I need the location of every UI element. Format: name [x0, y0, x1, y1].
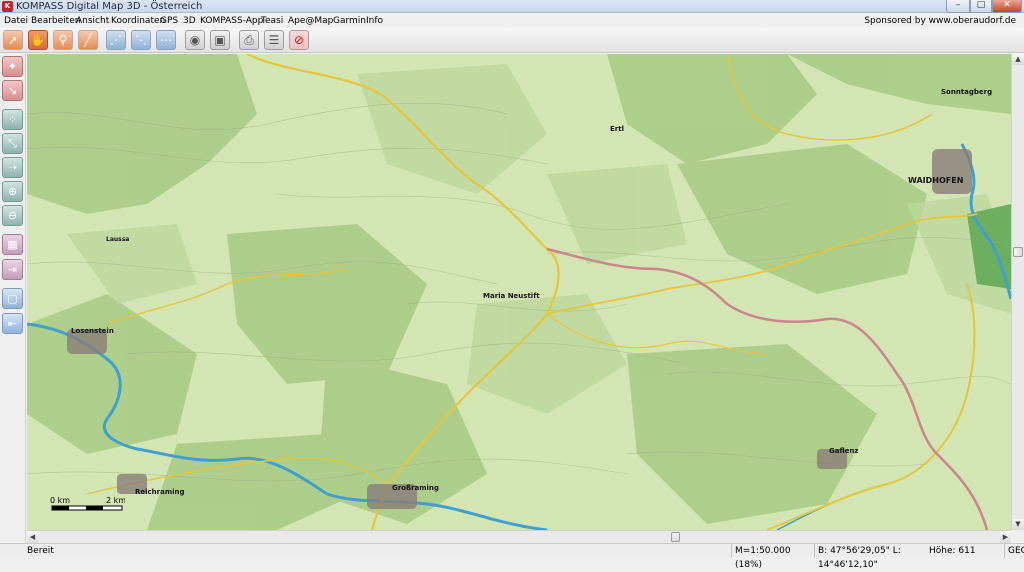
- label-losenstein: Losenstein: [71, 327, 114, 335]
- status-height: Höhe: 611: [929, 546, 976, 556]
- status-scale: M=1:50.000 (18%): [731, 544, 811, 570]
- title-bar: K KOMPASS Digital Map 3D - Österreich – …: [0, 0, 1024, 13]
- select-frame-icon[interactable]: ▢: [2, 288, 23, 309]
- status-ready: Bereit: [27, 546, 54, 556]
- scale-start-label: 0 km: [50, 496, 70, 505]
- scale-bar: 0 km 2 km: [50, 495, 126, 515]
- select-area-icon[interactable]: ▦: [2, 234, 23, 255]
- scroll-left-arrow-icon[interactable]: ◀: [27, 531, 38, 543]
- node-delete-icon[interactable]: ⤡: [2, 133, 23, 154]
- scale-bar-graphic: 0 km 2 km: [50, 496, 126, 511]
- menu-datei[interactable]: Datei: [4, 14, 28, 28]
- tool-sidebar: ✦ ↘ ⁘ ⤡ ➝ ⊕ ⊖ ▦ ⇥ ▢ ⇤: [0, 54, 26, 543]
- status-coordinate-system: GEO: [1004, 544, 1024, 558]
- print-icon[interactable]: ⎙: [239, 30, 259, 50]
- route-edit-icon[interactable]: ⋱: [131, 30, 151, 50]
- label-laussa: Laussa: [106, 236, 129, 243]
- label-waidhofen: WAIDHOFEN: [908, 176, 963, 185]
- hand-pan-icon[interactable]: ✋: [28, 30, 48, 50]
- scale-end-label: 2 km: [106, 496, 125, 505]
- node-move-icon[interactable]: ➝: [2, 157, 23, 178]
- import-icon[interactable]: ⇤: [2, 313, 23, 334]
- menu-info[interactable]: Info: [366, 14, 383, 28]
- topographic-map: WAIDHOFEN Sonntagberg Maria Neustift Ert…: [27, 54, 1011, 530]
- scroll-corner: [1011, 530, 1024, 543]
- horizontal-scrollbar[interactable]: ◀ ▶: [27, 530, 1011, 543]
- maximize-button[interactable]: □: [970, 0, 992, 13]
- vertical-scrollbar[interactable]: ▲ ▼: [1011, 54, 1024, 530]
- scroll-up-arrow-icon[interactable]: ▲: [1012, 54, 1024, 65]
- label-maria-neustift: Maria Neustift: [483, 292, 540, 300]
- pin-tool-icon[interactable]: ↘: [2, 80, 23, 101]
- scroll-right-arrow-icon[interactable]: ▶: [1000, 531, 1011, 543]
- waypoint-add-icon[interactable]: ⊕: [2, 181, 23, 202]
- menu-teasi[interactable]: Teasi: [261, 14, 283, 28]
- minimize-button[interactable]: –: [946, 0, 970, 13]
- label-grossraming: Großraming: [392, 484, 439, 492]
- toolbar: ➚ ✋ ⚲ ╱ ⋰ ⋱ ⋯ ◉ ▣ ⎙ ☰ ⊘: [0, 28, 1024, 53]
- zoom-magnifier-icon[interactable]: ⚲: [53, 30, 73, 50]
- menu-3d[interactable]: 3D: [183, 14, 196, 28]
- window-title: KOMPASS Digital Map 3D - Österreich: [16, 1, 203, 12]
- label-sonntagberg: Sonntagberg: [941, 88, 992, 96]
- horizontal-scroll-thumb[interactable]: [671, 532, 680, 542]
- menu-bearbeiten[interactable]: Bearbeiten: [31, 14, 80, 28]
- menu-gps[interactable]: GPS: [160, 14, 178, 28]
- route-points-icon[interactable]: ⋯: [156, 30, 176, 50]
- menu-bar: Datei Bearbeiten Ansicht Koordinaten GPS…: [0, 14, 1024, 28]
- measure-ruler-icon[interactable]: ╱: [78, 30, 98, 50]
- label-gaflenz: Gaflenz: [829, 447, 858, 455]
- route-new-icon[interactable]: ⋰: [106, 30, 126, 50]
- 3d-cube-icon[interactable]: ▣: [210, 30, 230, 50]
- scroll-down-arrow-icon[interactable]: ▼: [1012, 519, 1024, 530]
- close-button[interactable]: ✕: [992, 0, 1022, 13]
- map-canvas[interactable]: WAIDHOFEN Sonntagberg Maria Neustift Ert…: [27, 54, 1011, 530]
- menu-garmin[interactable]: Garmin: [333, 14, 366, 28]
- label-reichraming: Reichraming: [135, 488, 185, 496]
- sponsor-text: Sponsored by www.oberaudorf.de: [864, 16, 1016, 26]
- status-bar: Bereit M=1:50.000 (18%) B: 47°56'29,05" …: [0, 543, 1024, 570]
- select-arrow-icon[interactable]: ➚: [3, 30, 23, 50]
- view-eye-icon[interactable]: ◉: [185, 30, 205, 50]
- node-add-icon[interactable]: ⁘: [2, 109, 23, 130]
- menu-kompass-app[interactable]: KOMPASS-App: [200, 14, 263, 28]
- menu-apemap[interactable]: Ape@Map: [288, 14, 333, 28]
- label-ertl: Ertl: [610, 125, 624, 133]
- kompass-app-icon[interactable]: K: [2, 1, 13, 12]
- stop-icon[interactable]: ⊘: [289, 30, 309, 50]
- menu-ansicht[interactable]: Ansicht: [76, 14, 109, 28]
- list-icon[interactable]: ☰: [264, 30, 284, 50]
- vertical-scroll-thumb[interactable]: [1013, 247, 1023, 257]
- waypoint-remove-icon[interactable]: ⊖: [2, 205, 23, 226]
- menu-koordinaten[interactable]: Koordinaten: [111, 14, 165, 28]
- export-icon[interactable]: ⇥: [2, 259, 23, 280]
- route-tool-icon[interactable]: ✦: [2, 56, 23, 77]
